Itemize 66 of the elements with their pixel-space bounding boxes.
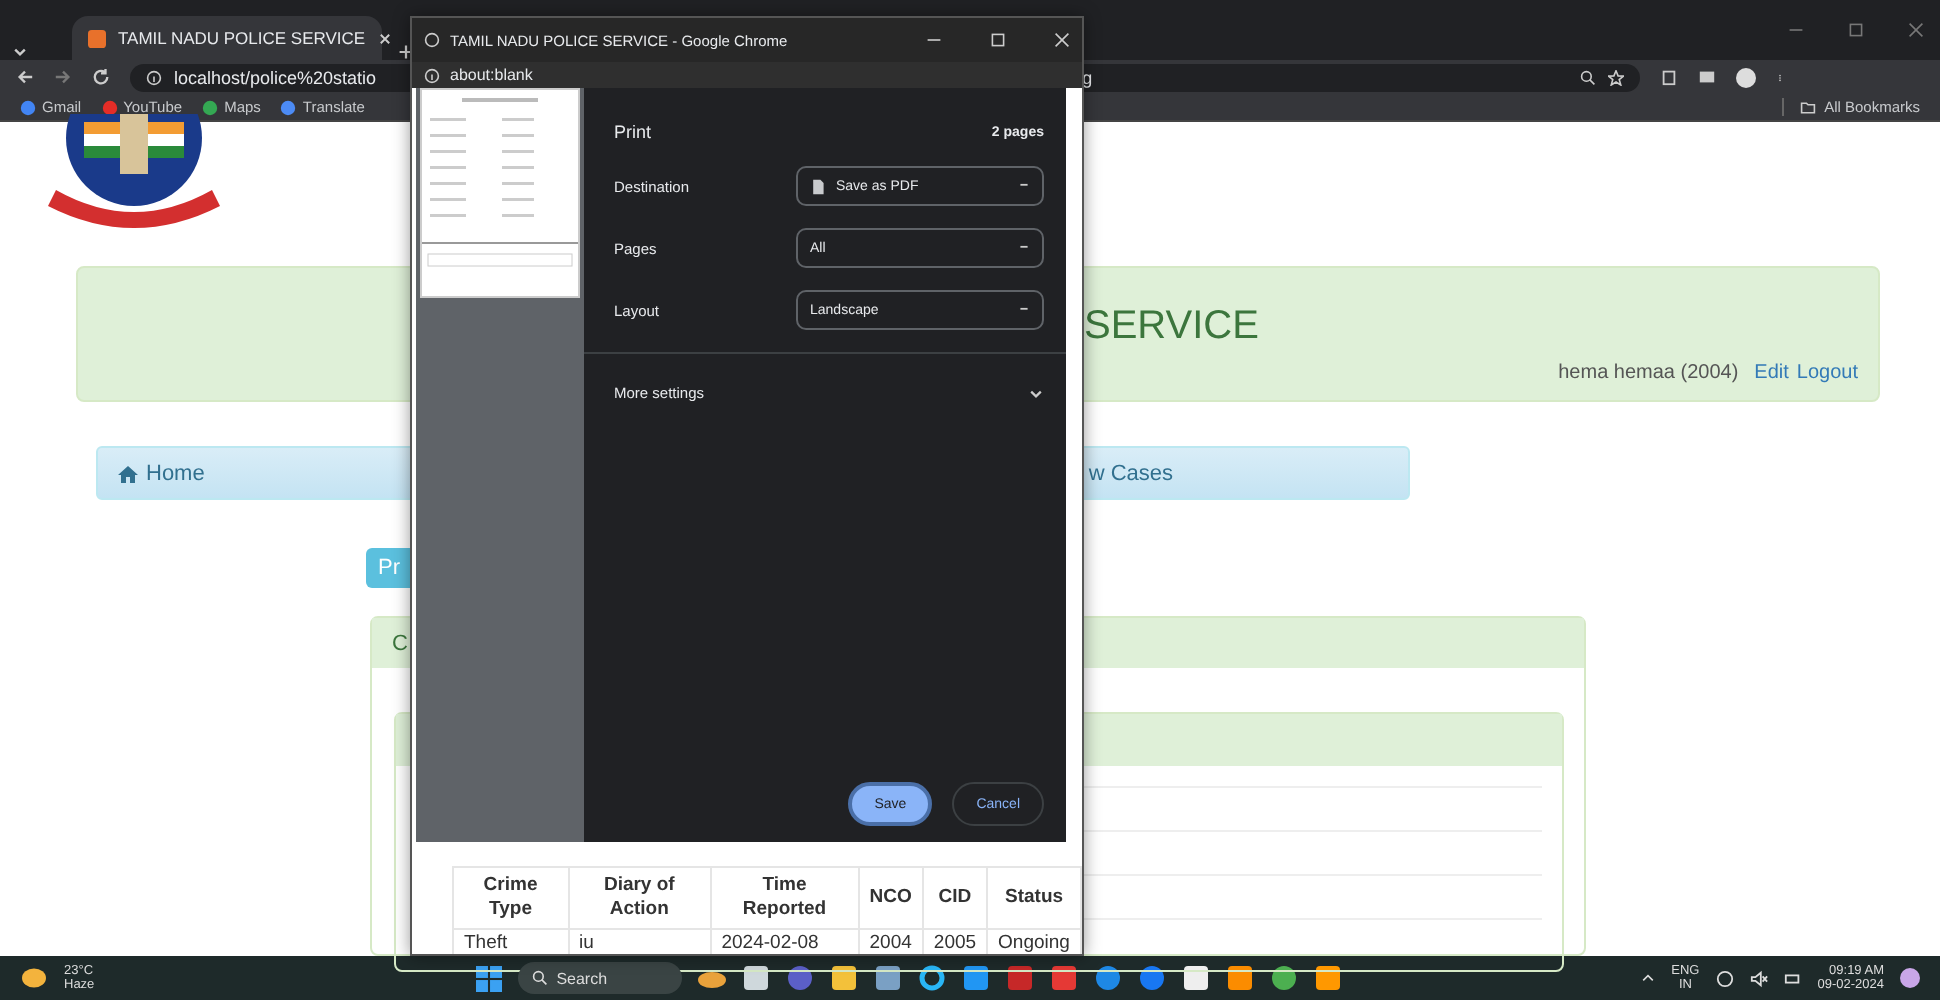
side-panel-icon[interactable] [1698,68,1716,86]
forward-icon[interactable] [54,68,72,86]
column-header: Status [987,867,1081,929]
battery-icon[interactable] [1783,969,1802,987]
maximize-icon[interactable] [990,32,1006,48]
app-icon[interactable] [830,964,859,992]
extension-icon[interactable] [1660,68,1678,86]
search-icon [532,970,549,986]
user-name: hema hemaa (2004) [1558,362,1739,384]
column-header: Diary of Action [568,867,711,929]
home-icon [118,463,138,483]
app-icon[interactable] [1182,964,1211,992]
header-link[interactable]: Edit [1754,362,1789,384]
app-icon[interactable] [1050,964,1079,992]
bookmark-favicon-icon [280,99,297,115]
app-icon[interactable] [742,964,771,992]
panel-title: C [392,631,408,655]
weather-icon [20,966,48,990]
search-field[interactable]: Search [518,962,683,994]
nav-link[interactable]: w Cases [1088,461,1174,485]
zoom-icon[interactable] [1580,69,1596,85]
column-header: NCO [858,867,923,929]
favicon-icon [88,29,106,47]
chevron-up-icon[interactable] [1639,970,1656,986]
muted-speaker-icon[interactable] [1749,969,1768,987]
caret-icon [1018,180,1030,192]
info-icon [424,67,440,83]
app-icon[interactable] [1094,964,1123,992]
app-icon[interactable] [918,964,947,992]
bookmark-favicon-icon [20,99,36,115]
reload-icon[interactable] [92,68,110,86]
column-header: CID [922,867,988,929]
chevron-down-icon [1028,385,1044,401]
back-icon[interactable] [16,68,34,86]
app-icon[interactable] [874,964,903,992]
nav-link[interactable]: Home [118,461,205,485]
windows-start-icon[interactable] [476,965,503,991]
address-text: localhost/police%20statio [174,67,377,87]
column-header: Crime Type [453,867,569,929]
header-link[interactable]: Logout [1796,362,1858,384]
address-text: about:blank [450,66,533,84]
table-cell: Theft [453,929,569,954]
column-header: Time Reported [710,867,859,929]
app-icon[interactable] [1138,964,1167,992]
app-icon[interactable] [1006,964,1035,992]
app-icon[interactable] [1270,964,1299,992]
app-icon[interactable] [962,964,991,992]
caret-icon [1018,304,1030,316]
folder-icon [1800,99,1817,115]
app-icon[interactable] [1226,964,1255,992]
close-icon[interactable] [377,31,392,45]
bookmark-favicon-icon [101,99,118,115]
document-icon [810,177,826,195]
chevron-down-icon[interactable] [12,44,28,60]
info-icon [146,69,162,85]
bookmark-favicon-icon [202,99,219,115]
site-title: SERVICE [1084,304,1261,350]
caret-icon [1018,242,1030,254]
dialog-title: Print [614,122,652,142]
app-icon[interactable] [1314,964,1343,992]
star-icon[interactable] [1608,69,1624,85]
avatar-icon[interactable] [1736,67,1756,87]
notification-icon[interactable] [1900,968,1920,988]
close-icon[interactable] [1054,32,1070,48]
plus-icon[interactable] [398,44,414,60]
app-icon[interactable] [786,964,815,992]
